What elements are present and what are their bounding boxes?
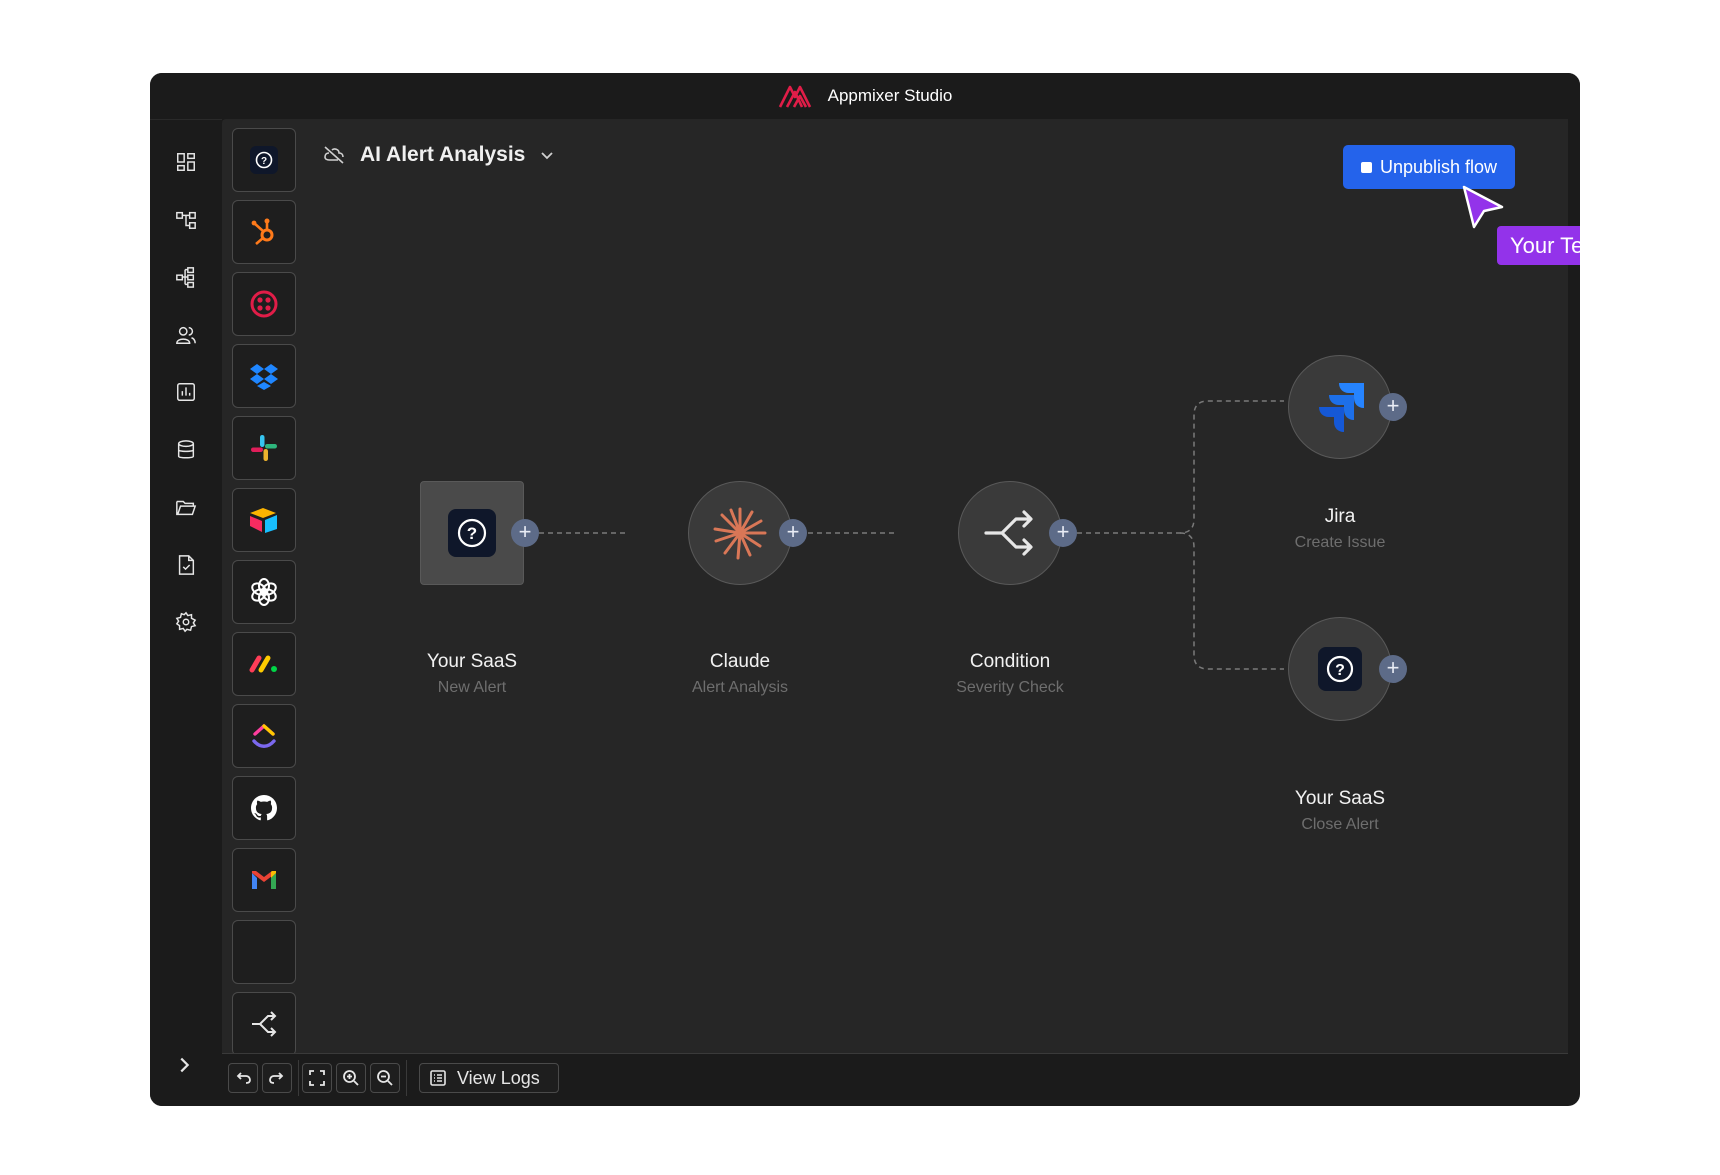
node-your-saas-trigger[interactable]: ? bbox=[420, 481, 524, 585]
toolbar-divider bbox=[298, 1060, 299, 1096]
claude-icon bbox=[713, 507, 767, 560]
redo-icon bbox=[269, 1072, 284, 1084]
edge-condition-close bbox=[1179, 532, 1284, 670]
node-title: Your SaaS bbox=[1294, 788, 1386, 809]
undo-button[interactable] bbox=[228, 1063, 258, 1093]
question-app-icon: ? bbox=[448, 509, 496, 557]
svg-text:?: ? bbox=[467, 524, 477, 543]
add-after-claude-button[interactable]: + bbox=[779, 519, 807, 547]
question-app-icon: ? bbox=[1318, 647, 1362, 691]
node-subtitle: Create Issue bbox=[1294, 534, 1386, 551]
add-after-trigger-button[interactable]: + bbox=[511, 519, 539, 547]
undo-icon bbox=[236, 1072, 251, 1084]
node-jira[interactable] bbox=[1288, 355, 1392, 459]
zoom-out-icon bbox=[377, 1070, 393, 1086]
add-after-condition-button[interactable]: + bbox=[1049, 519, 1077, 547]
node-condition[interactable] bbox=[958, 481, 1062, 585]
flow-edges bbox=[503, 400, 1284, 670]
app-window: Appmixer Studio ? AI Alert Analysis Unpu… bbox=[150, 73, 1580, 1106]
node-your-saas-close[interactable]: ? bbox=[1288, 617, 1392, 721]
node-subtitle: Severity Check bbox=[956, 679, 1064, 696]
logs-icon bbox=[430, 1070, 446, 1086]
jira-icon bbox=[1319, 383, 1364, 432]
branch-icon bbox=[984, 510, 1033, 556]
redo-button[interactable] bbox=[262, 1063, 292, 1093]
add-after-close-button[interactable]: + bbox=[1379, 655, 1407, 683]
node-subtitle: New Alert bbox=[437, 679, 507, 696]
node-title: Claude bbox=[709, 651, 771, 672]
zoom-in-icon bbox=[343, 1070, 359, 1086]
node-title: Your SaaS bbox=[426, 651, 518, 672]
node-subtitle: Close Alert bbox=[1301, 816, 1379, 833]
node-claude[interactable] bbox=[688, 481, 792, 585]
view-logs-label: View Logs bbox=[457, 1067, 540, 1088]
view-logs-button[interactable]: View Logs bbox=[419, 1063, 559, 1093]
node-title: Condition bbox=[969, 651, 1051, 672]
fullscreen-icon bbox=[309, 1070, 325, 1086]
node-subtitle: Alert Analysis bbox=[691, 679, 789, 696]
zoom-in-button[interactable] bbox=[336, 1063, 366, 1093]
zoom-out-button[interactable] bbox=[370, 1063, 400, 1093]
node-title: Jira bbox=[1324, 506, 1356, 527]
svg-text:?: ? bbox=[1335, 662, 1345, 679]
toolbar-divider bbox=[406, 1060, 407, 1096]
fit-to-screen-button[interactable] bbox=[302, 1063, 332, 1093]
add-after-jira-button[interactable]: + bbox=[1379, 393, 1407, 421]
bottom-toolbar: View Logs bbox=[222, 1053, 1568, 1099]
